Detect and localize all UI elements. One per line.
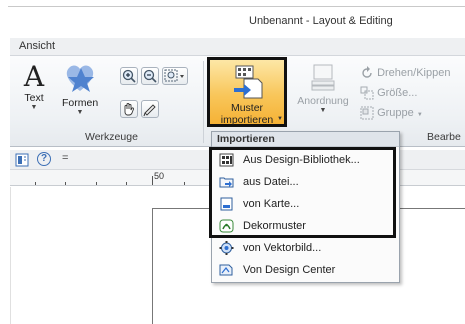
library-grid-icon <box>219 153 234 167</box>
chevron-down-icon: ▼ <box>76 109 84 116</box>
menu-item-label: Aus Design-Bibliothek... <box>243 154 360 166</box>
group-separator <box>203 61 204 143</box>
heart-star-icon <box>66 65 94 92</box>
help-icon[interactable]: ? <box>37 152 51 166</box>
muster-label-line2: importieren <box>220 114 274 126</box>
menu-item-aus-datei[interactable]: aus Datei... <box>212 171 399 193</box>
zoom-out-button[interactable] <box>141 67 159 85</box>
text-button-label: Text <box>24 92 44 104</box>
menu-item-dekormuster[interactable]: Dekormuster <box>212 215 399 237</box>
text-button[interactable]: A Text ▼ <box>18 62 50 122</box>
chevron-down-icon: ▼ <box>30 104 38 111</box>
werkzeuge-group-label: Werkzeuge <box>85 131 138 143</box>
anordnung-label: Anordnung <box>297 95 349 107</box>
import-pattern-icon <box>234 65 263 99</box>
folder-arrow-icon <box>219 177 234 188</box>
menu-item-label: Von Design Center <box>243 264 336 276</box>
card-icon <box>220 197 233 211</box>
measure-button[interactable] <box>141 100 159 118</box>
group-icon <box>360 106 374 120</box>
gruppe-button[interactable]: Gruppe ▼ <box>360 106 423 122</box>
rotate-icon <box>362 66 372 78</box>
toolbar-customize-icon[interactable]: = <box>62 152 68 164</box>
formen-button-label: Formen <box>62 97 99 109</box>
ruler-tick <box>35 182 36 185</box>
menu-item-aus-design-bibliothek[interactable]: Aus Design-Bibliothek... <box>212 149 399 171</box>
menu-item-von-karte[interactable]: von Karte... <box>212 193 399 215</box>
menu-item-von-design-center[interactable]: Von Design Center <box>212 259 399 281</box>
gruppe-label: Gruppe <box>377 106 414 119</box>
zoom-in-button[interactable] <box>120 67 138 85</box>
decor-pattern-icon <box>219 219 234 233</box>
vector-image-icon <box>219 241 234 255</box>
ruler-tick <box>152 176 153 185</box>
menu-ansicht[interactable]: Ansicht <box>19 40 55 52</box>
ruler-label-50: 50 <box>154 171 165 181</box>
hand-icon <box>124 103 134 116</box>
groesse-button[interactable]: Größe... <box>360 86 417 102</box>
title-separator <box>8 6 465 7</box>
menu-item-label: aus Datei... <box>243 176 299 188</box>
layout-icon[interactable] <box>15 153 29 167</box>
ruler-tick <box>126 182 127 185</box>
formen-button[interactable]: Formen ▼ <box>62 60 98 122</box>
zoom-out-icon <box>143 69 157 83</box>
groesse-label: Größe... <box>377 86 418 99</box>
resize-icon <box>360 86 374 100</box>
dropdown-header: Importieren <box>212 132 399 147</box>
design-center-icon <box>219 264 233 276</box>
bearbeiten-group-label: Bearbe <box>427 131 461 143</box>
menu-item-von-vektorbild[interactable]: von Vektorbild... <box>212 237 399 259</box>
window-title: Unbenannt - Layout & Editing <box>249 15 393 27</box>
zoom-fit-button[interactable] <box>162 67 188 85</box>
menu-item-label: Dekormuster <box>243 220 306 232</box>
ruler-tick <box>65 182 66 185</box>
title-bar: Unbenannt - Layout & Editing <box>0 0 465 34</box>
ruler-tick <box>96 182 97 185</box>
arrange-icon <box>311 64 335 91</box>
vertical-ruler-edge <box>10 187 11 324</box>
menu-item-label: von Vektorbild... <box>243 242 322 254</box>
menu-bar: Ansicht <box>10 38 465 55</box>
importieren-dropdown: Importieren Aus Design-Bibliothek... aus… <box>211 131 400 283</box>
drehen-kippen-button[interactable]: Drehen/Kippen <box>360 66 450 82</box>
chevron-down-icon: ▼ <box>277 116 283 122</box>
zoom-fit-icon <box>164 69 184 82</box>
zoom-in-icon <box>122 69 136 83</box>
ruler-tick <box>184 182 185 185</box>
pan-hand-button[interactable] <box>120 100 138 118</box>
ruler-pen-icon <box>143 104 156 117</box>
chevron-down-icon: ▼ <box>319 107 327 114</box>
drehen-kippen-label: Drehen/Kippen <box>377 66 451 79</box>
menu-item-label: von Karte... <box>243 198 300 210</box>
muster-label-line1: Muster <box>230 102 264 114</box>
muster-importieren-button[interactable]: Muster importieren ▼ <box>207 57 287 127</box>
chevron-down-icon: ▼ <box>416 111 423 118</box>
anordnung-button[interactable]: Anordnung ▼ <box>296 62 350 122</box>
text-icon: A <box>23 60 45 93</box>
dropdown-header-label: Importieren <box>217 133 275 145</box>
